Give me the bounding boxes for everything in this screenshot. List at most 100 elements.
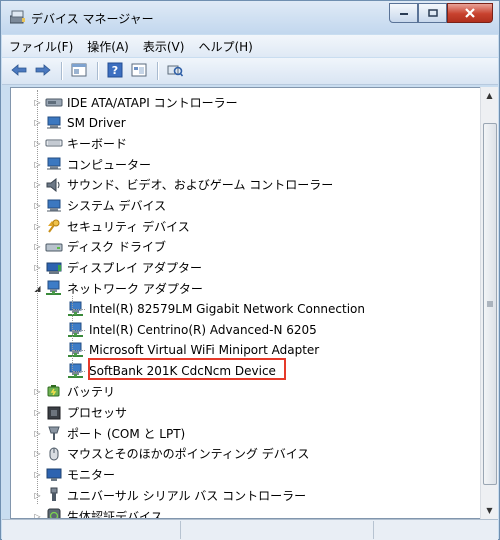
tree-category-item[interactable]: ▷ マウスとそのほかのポインティング デバイス: [33, 444, 309, 464]
mouse-icon: [45, 446, 63, 462]
scroll-thumb[interactable]: [483, 123, 497, 485]
caption-buttons: [389, 3, 493, 23]
tree-category-item[interactable]: ◢ ネットワーク アダプター: [33, 278, 203, 298]
tree-item-label: ユニバーサル シリアル バス コントローラー: [67, 488, 307, 503]
scroll-up-arrow[interactable]: ▲: [481, 87, 498, 104]
disk-drive-icon: [45, 239, 63, 255]
back-button[interactable]: [8, 61, 30, 81]
tree-category-item[interactable]: ▷ ポート (COM と LPT): [33, 423, 185, 443]
tree-category-item[interactable]: ▷ 生体認証デバイス: [33, 506, 163, 519]
usb-icon: [45, 487, 63, 503]
keyboard-icon: [45, 135, 63, 151]
tree-category-item[interactable]: ▷ ディスク ドライブ: [33, 237, 166, 257]
back-icon: [11, 63, 27, 79]
device-manager-icon: [9, 10, 26, 24]
sm-driver-icon: [45, 115, 63, 131]
tree-item-label: SM Driver: [67, 115, 126, 130]
computer-icon: [45, 156, 63, 172]
status-pane: [2, 521, 181, 539]
tree-item-label: Intel(R) Centrino(R) Advanced-N 6205: [89, 322, 317, 337]
tree-category-item[interactable]: ▷ システム デバイス: [33, 196, 166, 216]
tree-item-label: セキュリティ デバイス: [67, 219, 190, 234]
tree-category-item[interactable]: ▷ モニター: [33, 465, 115, 485]
tree-category-item[interactable]: ▷ セキュリティ デバイス: [33, 216, 190, 236]
tree-device-item[interactable]: Intel(R) Centrino(R) Advanced-N 6205: [67, 320, 317, 340]
monitor-icon: [45, 467, 63, 483]
forward-icon: [35, 63, 51, 79]
tree-connector-line: [73, 350, 85, 352]
biometric-icon: [45, 508, 63, 518]
status-pane: [374, 521, 498, 539]
sound-icon: [45, 177, 63, 193]
scroll-down-arrow[interactable]: ▼: [481, 502, 498, 519]
tree-connector-line: [73, 371, 85, 373]
tree-connector-line: [73, 329, 85, 331]
menu-bar: ファイル(F) 操作(A) 表示(V) ヘルプ(H): [2, 35, 498, 57]
forward-button[interactable]: [32, 61, 54, 81]
help-icon: ?: [107, 62, 123, 81]
tree-item-label: ポート (COM と LPT): [67, 426, 186, 441]
ide-controller-icon: [45, 94, 63, 110]
toolbar: ?: [2, 58, 498, 85]
tree-category-item[interactable]: ▷ IDE ATA/ATAPI コントローラー: [33, 92, 238, 112]
tree-category-item[interactable]: ▷ バッテリ: [33, 382, 115, 402]
tree-item-label: バッテリ: [67, 385, 116, 400]
port-icon: [45, 425, 63, 441]
tree-category-item[interactable]: ▷ SM Driver: [33, 113, 126, 133]
security-device-icon: [45, 218, 63, 234]
device-manager-window: デバイス マネージャー ファイル(F) 操作(A) 表示(V) ヘルプ(H) ?…: [0, 0, 500, 540]
tree-connector-line: [37, 90, 38, 504]
battery-icon: [45, 384, 63, 400]
svg-text:?: ?: [112, 64, 118, 77]
tree-connector-line: [72, 296, 73, 372]
tree-item-label: プロセッサ: [67, 406, 128, 420]
collapsed-arrow-icon[interactable]: ▷: [33, 512, 42, 519]
tree-item-label: IDE ATA/ATAPI コントローラー: [67, 95, 238, 110]
tree-category-item[interactable]: ▷ サウンド、ビデオ、およびゲーム コントローラー: [33, 175, 333, 195]
scan-hardware-button[interactable]: [164, 61, 186, 81]
show-hidden-icon: [131, 63, 147, 80]
close-button[interactable]: [447, 3, 493, 23]
processor-icon: [45, 405, 63, 421]
tree-item-label: ディスプレイ アダプター: [67, 261, 202, 276]
tree-category-item[interactable]: ▷ コンピューター: [33, 154, 151, 174]
tree-item-label: サウンド、ビデオ、およびゲーム コントローラー: [67, 178, 334, 193]
device-tree[interactable]: ▷ IDE ATA/ATAPI コントローラー ▷ SM Driver ▷ キーボード ▷ コ…: [10, 87, 482, 519]
tree-item-label: マウスとそのほかのポインティング デバイス: [67, 447, 310, 462]
menu-view[interactable]: 表示(V): [136, 38, 192, 55]
menu-help[interactable]: ヘルプ(H): [191, 38, 259, 55]
tree-item-label: コンピューター: [67, 157, 152, 172]
menu-action[interactable]: 操作(A): [80, 38, 136, 55]
minimize-button[interactable]: [389, 3, 418, 23]
selection-highlight-box: [88, 358, 286, 381]
tree-item-label: キーボード: [67, 136, 128, 151]
toolbar-separator: [157, 62, 159, 80]
help-button[interactable]: ?: [104, 61, 126, 81]
network-adapter-icon: [45, 280, 63, 296]
scan-hardware-icon: [167, 63, 184, 80]
properties-icon: [71, 63, 87, 80]
menu-file[interactable]: ファイル(F): [2, 38, 80, 55]
vertical-scrollbar[interactable]: ▲ ▼: [480, 87, 498, 519]
tree-item-label: システム デバイス: [67, 199, 167, 213]
tree-category-item[interactable]: ▷ キーボード: [33, 133, 127, 153]
tree-category-item[interactable]: ▷ ユニバーサル シリアル バス コントローラー: [33, 485, 306, 505]
tree-item-label: Microsoft Virtual WiFi Miniport Adapter: [89, 343, 320, 358]
tree-item-label: 生体認証デバイス: [67, 509, 163, 519]
show-hidden-button[interactable]: [128, 61, 150, 81]
properties-button[interactable]: [68, 61, 90, 81]
toolbar-separator: [97, 62, 99, 80]
display-adapter-icon: [45, 260, 63, 276]
tree-category-item[interactable]: ▷ プロセッサ: [33, 403, 127, 423]
tree-connector-line: [73, 309, 85, 310]
tree-category-item[interactable]: ▷ ディスプレイ アダプター: [33, 258, 202, 278]
tree-item-label: モニター: [67, 468, 116, 483]
system-device-icon: [45, 198, 63, 214]
tree-item-label: ディスク ドライブ: [67, 240, 166, 255]
window-title: デバイス マネージャー: [31, 12, 154, 26]
maximize-button[interactable]: [418, 3, 447, 23]
status-bar: [2, 519, 498, 540]
tree-device-item[interactable]: Intel(R) 82579LM Gigabit Network Connect…: [67, 299, 365, 319]
title-bar[interactable]: デバイス マネージャー: [1, 1, 499, 34]
tree-item-label: ネットワーク アダプター: [67, 281, 203, 296]
